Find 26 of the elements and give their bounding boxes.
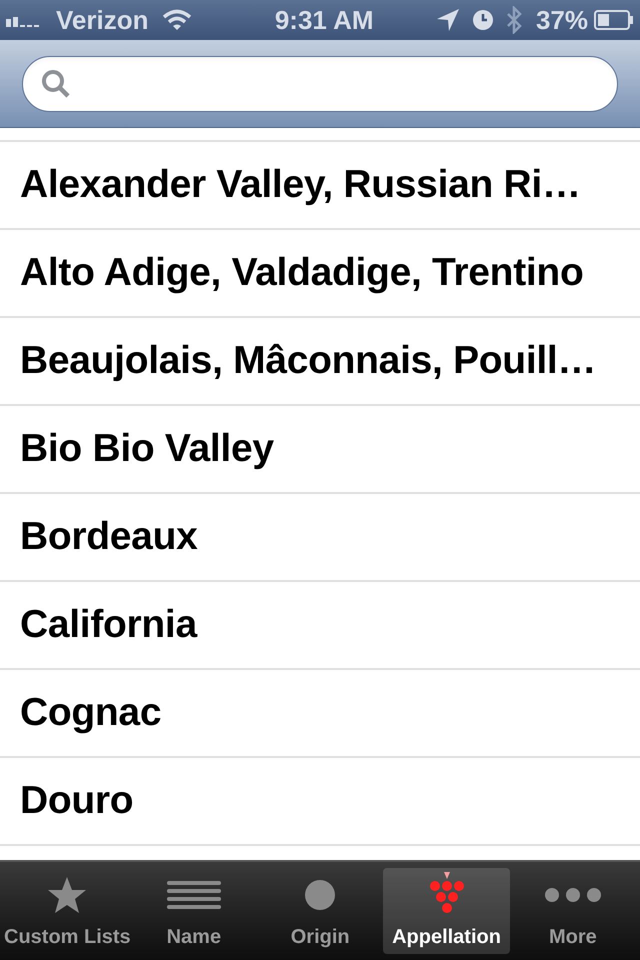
- battery-percent: 37%: [536, 4, 588, 36]
- clock-icon: [472, 9, 494, 31]
- bluetooth-icon: [506, 6, 522, 34]
- tab[interactable]: Name: [130, 868, 258, 954]
- tab[interactable]: More: [510, 868, 636, 954]
- list-item[interactable]: Beaujolais, Mâconnais, Pouill…: [20, 332, 596, 390]
- list-item[interactable]: Alto Adige, Valdadige, Trentino: [20, 244, 584, 302]
- wifi-icon: [162, 9, 192, 31]
- list-item[interactable]: Cognac: [20, 684, 162, 742]
- location-icon: [436, 8, 460, 32]
- tab[interactable]: Origin: [257, 868, 384, 954]
- tab[interactable]: Appellation: [383, 868, 510, 954]
- list-item[interactable]: California: [20, 596, 197, 654]
- more-icon: [544, 887, 602, 903]
- list-item[interactable]: Bio Bio Valley: [20, 420, 274, 478]
- star-icon: [47, 875, 88, 915]
- list-item[interactable]: Alexander Valley, Russian Ri…: [20, 156, 581, 214]
- list-icon: [166, 879, 221, 911]
- status-time: 9:31 AM: [274, 4, 374, 36]
- battery-icon: [594, 10, 634, 30]
- list-item[interactable]: Douro: [20, 772, 134, 830]
- list-item[interactable]: Bordeaux: [20, 508, 198, 566]
- carrier-name: Verizon: [56, 4, 148, 36]
- circle-icon: [304, 879, 336, 911]
- search-icon: [41, 68, 71, 98]
- tab[interactable]: Custom Lists: [4, 868, 131, 954]
